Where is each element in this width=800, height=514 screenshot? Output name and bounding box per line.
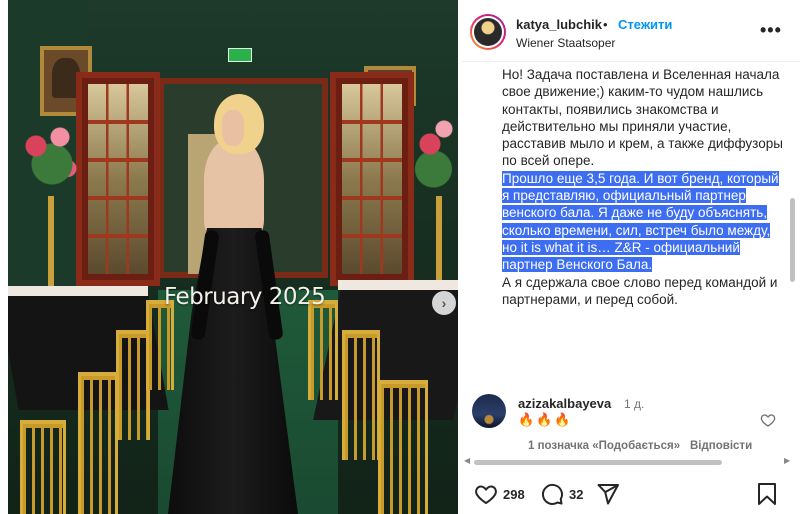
photo-caption-text: February 2025 [164, 284, 326, 310]
photo-tablecloth-right [338, 280, 458, 290]
author-username[interactable]: katya_lubchik [516, 17, 602, 32]
comment-avatar[interactable] [472, 394, 506, 428]
more-icon[interactable]: ••• [760, 20, 782, 41]
heart-icon[interactable] [760, 412, 776, 428]
photo-chair [342, 330, 380, 460]
photo-chair [146, 300, 174, 390]
comment-username[interactable]: azizakalbayeva [518, 396, 611, 411]
photo-chair [20, 420, 66, 514]
photo-flowers-left [12, 110, 92, 200]
post-side-panel: katya_lubchik • Стежити Wiener Staatsope… [462, 0, 800, 514]
photo-door-right [330, 72, 414, 286]
photo-chair [378, 380, 428, 514]
follow-button[interactable]: Стежити [618, 17, 672, 32]
photo-tablecloth-left [8, 286, 148, 296]
comment-item: azizakalbayeva 1 д. 🔥🔥🔥 1 позначка «Подо… [472, 390, 790, 460]
heart-icon[interactable] [474, 482, 498, 506]
caption-paragraph-highlighted: Прошло еще 3,5 года. И вот бренд, которы… [502, 170, 788, 274]
caption-selection: Прошло еще 3,5 года. И вот бренд, которы… [502, 170, 779, 273]
separator-dot: • [603, 17, 608, 32]
photo-exit-sign [228, 48, 252, 62]
photo-chair [78, 372, 118, 514]
scroll-left-arrow-icon[interactable]: ◀ [464, 456, 470, 465]
post-location[interactable]: Wiener Staatsoper [516, 36, 615, 50]
post-photo[interactable]: February 2025 › [8, 0, 458, 514]
comment-likes-count[interactable]: 1 позначка «Подобається» [528, 440, 680, 452]
comment-icon[interactable] [540, 482, 564, 506]
photo-woman-back [204, 140, 264, 240]
next-photo-button[interactable]: › [432, 291, 456, 315]
photo-door-left [76, 72, 160, 286]
photo-woman-face [222, 110, 244, 146]
bookmark-icon[interactable] [756, 482, 778, 506]
share-icon[interactable] [596, 482, 620, 506]
comment-time: 1 д. [624, 397, 645, 411]
caption-paragraph: Но! Задача поставлена и Вселенная начала… [502, 67, 783, 169]
share-action[interactable] [596, 482, 620, 506]
post-header: katya_lubchik • Стежити Wiener Staatsope… [462, 0, 800, 62]
comment-action[interactable]: 32 [540, 482, 583, 506]
photo-chair [116, 330, 150, 440]
photo-chair [308, 300, 338, 400]
post-caption: Но! Задача поставлена и Вселенная начала… [502, 66, 788, 308]
comments-count[interactable]: 32 [569, 487, 583, 502]
chevron-right-icon: › [441, 295, 447, 311]
caption-scrollbar[interactable] [790, 198, 795, 282]
comment-text: 🔥🔥🔥 [518, 412, 573, 427]
caption-paragraph: А я сдержала свое слово перед командой и… [502, 274, 778, 307]
action-bar: 298 32 [462, 472, 800, 514]
save-action[interactable] [756, 482, 778, 506]
scroll-right-arrow-icon[interactable]: ▶ [784, 456, 790, 465]
avatar[interactable] [470, 14, 506, 50]
like-action[interactable]: 298 [474, 482, 525, 506]
comment-reply-button[interactable]: Відповісти [690, 440, 752, 452]
horizontal-scrollbar[interactable] [474, 460, 722, 465]
likes-count[interactable]: 298 [503, 487, 525, 502]
